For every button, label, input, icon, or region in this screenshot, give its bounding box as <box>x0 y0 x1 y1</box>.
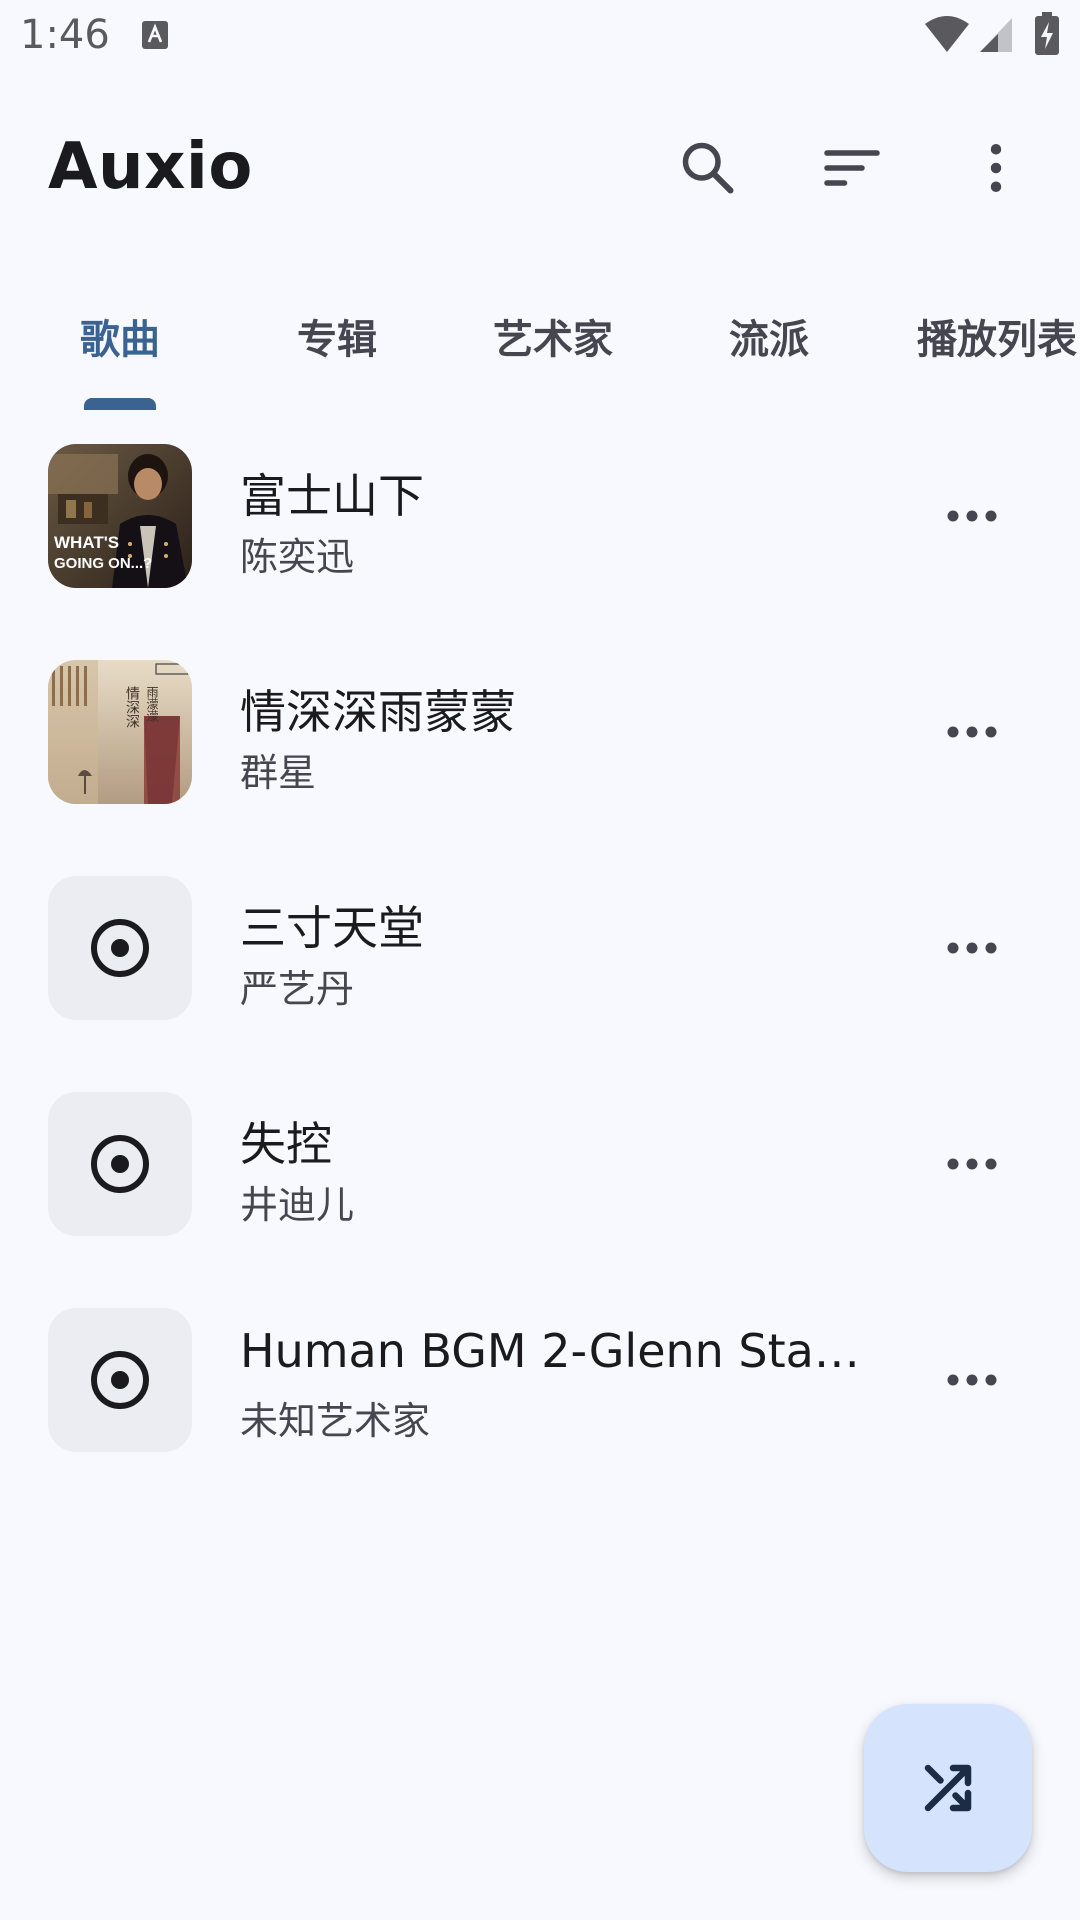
cover-text-line-2: GOING ON...? <box>54 555 152 572</box>
status-time: 1:46 <box>20 12 110 58</box>
tab-indicator <box>84 398 156 410</box>
song-row[interactable]: 三寸天堂 严艺丹 <box>0 842 1080 1058</box>
status-bar: 1:46 <box>0 0 1080 74</box>
song-row[interactable]: 失控 井迪儿 <box>0 1058 1080 1274</box>
cover-text-line-1: 情深深 <box>124 686 140 728</box>
album-cover: WHAT'S GOING ON...? <box>48 444 192 588</box>
song-artist: 陈奕迅 <box>240 535 355 579</box>
search-button[interactable] <box>668 128 748 208</box>
disc-icon <box>91 919 149 977</box>
overflow-menu-button[interactable] <box>956 128 1036 208</box>
screen: 1:46 Auxio 歌曲 专辑 艺术家 流派 播放列表 WHAT'S GOIN… <box>0 0 1080 1920</box>
tab-songs[interactable]: 歌曲 <box>80 307 160 365</box>
more-horiz-icon <box>947 942 997 954</box>
more-horiz-icon <box>947 510 997 522</box>
song-menu-button[interactable] <box>932 1124 1012 1204</box>
song-menu-button[interactable] <box>932 476 1012 556</box>
wifi-icon <box>925 16 969 52</box>
album-cover-placeholder <box>48 876 192 1020</box>
battery-charging-icon <box>1035 12 1059 55</box>
song-row[interactable]: Human BGM 2-Glenn Staff... 未知艺术家 <box>0 1274 1080 1490</box>
cell-signal-icon <box>980 18 1012 52</box>
cover-text-line-2: 雨濛濛 <box>145 686 159 722</box>
song-title: Human BGM 2-Glenn Staff... <box>240 1324 860 1378</box>
album-cover-placeholder <box>48 1308 192 1452</box>
more-horiz-icon <box>947 726 997 738</box>
more-vert-icon <box>990 144 1002 192</box>
song-menu-button[interactable] <box>932 692 1012 772</box>
tab-bar: 歌曲 专辑 艺术家 流派 播放列表 <box>0 295 1080 410</box>
album-art-image: 情深深 雨濛濛 <box>48 660 192 804</box>
tab-playlists[interactable]: 播放列表 <box>917 307 1077 365</box>
song-row[interactable]: WHAT'S GOING ON...? 富士山下 陈奕迅 <box>0 410 1080 626</box>
app-title: Auxio <box>48 130 253 204</box>
album-cover: 情深深 雨濛濛 <box>48 660 192 804</box>
more-horiz-icon <box>947 1158 997 1170</box>
cover-text-line-1: WHAT'S <box>54 533 119 552</box>
album-art-image: WHAT'S GOING ON...? <box>48 444 192 588</box>
song-title: 三寸天堂 <box>240 901 424 955</box>
tab-genres[interactable]: 流派 <box>729 307 809 365</box>
song-title: 富士山下 <box>240 469 424 523</box>
sort-button[interactable] <box>812 128 892 208</box>
song-artist: 严艺丹 <box>240 967 355 1011</box>
more-horiz-icon <box>947 1374 997 1386</box>
album-cover-placeholder <box>48 1092 192 1236</box>
song-artist: 井迪儿 <box>240 1183 355 1227</box>
song-row[interactable]: 情深深 雨濛濛 情深深雨蒙蒙 群星 <box>0 626 1080 842</box>
shuffle-icon <box>924 1764 972 1812</box>
disc-icon <box>91 1351 149 1409</box>
tab-albums[interactable]: 专辑 <box>297 307 377 365</box>
disc-icon <box>91 1135 149 1193</box>
song-menu-button[interactable] <box>932 1340 1012 1420</box>
tab-artists[interactable]: 艺术家 <box>493 307 613 365</box>
keyboard-a-icon <box>142 21 168 49</box>
song-title: 情深深雨蒙蒙 <box>240 685 516 739</box>
song-title: 失控 <box>240 1117 332 1171</box>
song-artist: 群星 <box>240 751 317 795</box>
sort-icon <box>824 150 880 186</box>
search-icon <box>682 142 734 194</box>
song-artist: 未知艺术家 <box>240 1399 431 1443</box>
song-menu-button[interactable] <box>932 908 1012 988</box>
shuffle-fab[interactable] <box>864 1704 1032 1872</box>
